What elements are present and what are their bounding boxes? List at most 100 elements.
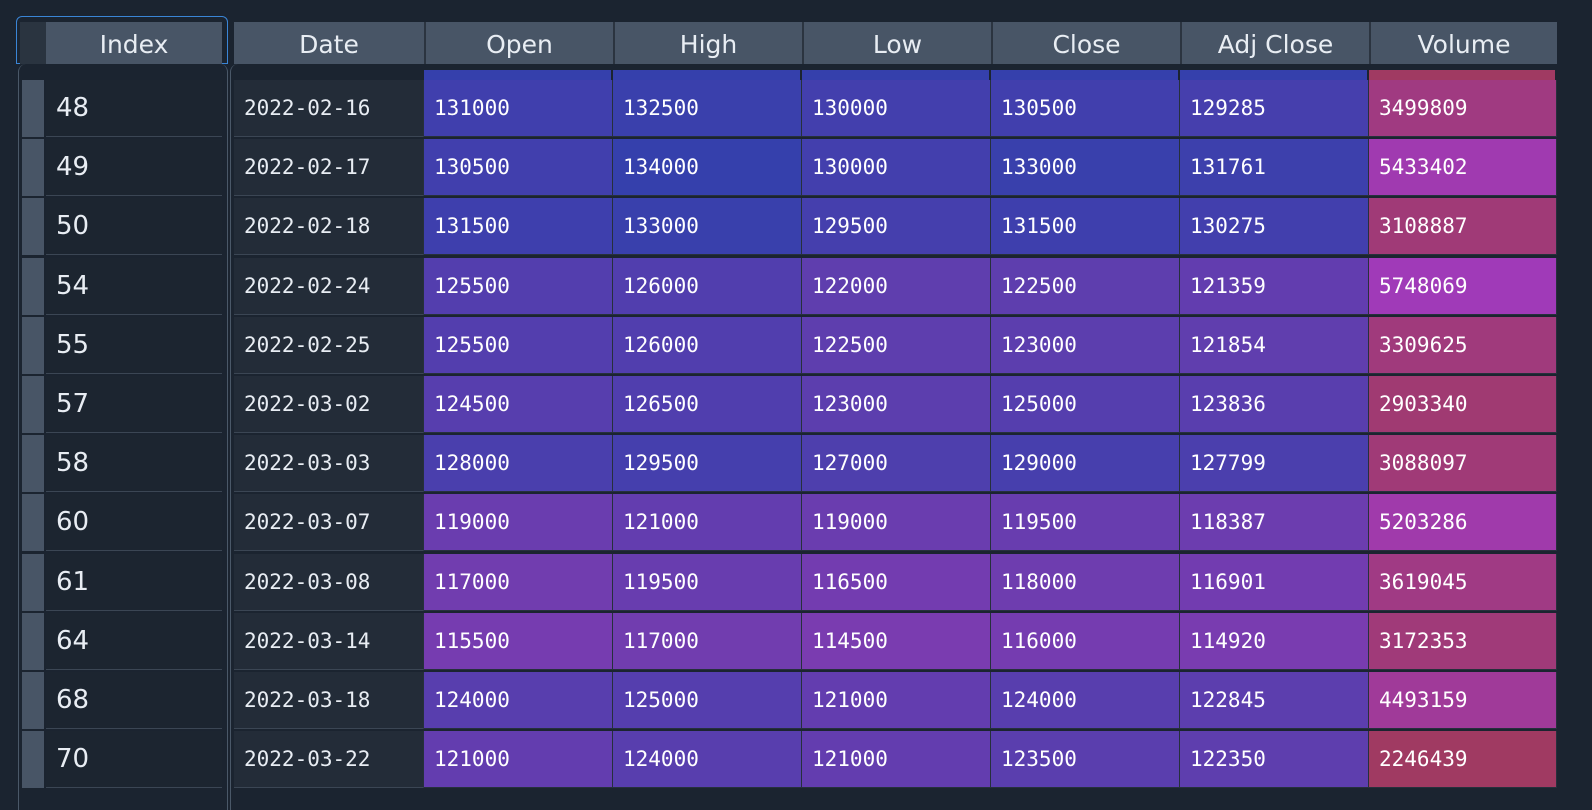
index-column-header[interactable]: Index bbox=[46, 22, 222, 64]
cell-low[interactable]: 119000 bbox=[802, 494, 991, 552]
row-selector[interactable] bbox=[22, 198, 44, 256]
cell-volume[interactable]: 3088097 bbox=[1369, 435, 1557, 493]
cell-adj-close[interactable]: 131761 bbox=[1180, 139, 1369, 197]
cell-date[interactable]: 2022-03-08 bbox=[234, 553, 424, 611]
cell-adj-close[interactable]: 121359 bbox=[1180, 257, 1369, 315]
cell-high[interactable]: 124000 bbox=[613, 731, 802, 789]
cell-adj-close[interactable]: 122845 bbox=[1180, 672, 1369, 729]
cell-volume[interactable]: 2903340 bbox=[1369, 376, 1557, 433]
cell-date[interactable]: 2022-03-02 bbox=[234, 376, 424, 433]
cell-low[interactable]: 121000 bbox=[802, 731, 991, 789]
cell-close[interactable]: 131500 bbox=[991, 198, 1180, 256]
cell-volume[interactable]: 3172353 bbox=[1369, 612, 1557, 670]
cell-close[interactable]: 118000 bbox=[991, 553, 1180, 611]
cell-volume[interactable]: 5748069 bbox=[1369, 257, 1557, 315]
column-header-volume[interactable]: Volume bbox=[1369, 22, 1557, 64]
cell-adj-close[interactable]: 116901 bbox=[1180, 553, 1369, 611]
cell-volume[interactable]: 3619045 bbox=[1369, 553, 1557, 611]
row-selector[interactable] bbox=[22, 731, 44, 789]
cell-date[interactable]: 2022-02-25 bbox=[234, 316, 424, 374]
cell-volume[interactable]: 4493159 bbox=[1369, 672, 1557, 729]
cell-date[interactable]: 2022-02-24 bbox=[234, 257, 424, 315]
row-index-cell[interactable]: 49 bbox=[46, 139, 222, 197]
cell-open[interactable]: 131000 bbox=[424, 80, 613, 137]
cell-low[interactable]: 122000 bbox=[802, 257, 991, 315]
cell-adj-close[interactable]: 118387 bbox=[1180, 494, 1369, 552]
cell-adj-close[interactable]: 121854 bbox=[1180, 316, 1369, 374]
cell-open[interactable]: 128000 bbox=[424, 435, 613, 493]
cell-low[interactable]: 129500 bbox=[802, 198, 991, 256]
cell-open[interactable]: 115500 bbox=[424, 612, 613, 670]
row-index-cell[interactable]: 70 bbox=[46, 731, 222, 789]
row-index-cell[interactable]: 54 bbox=[46, 257, 222, 315]
row-selector[interactable] bbox=[22, 376, 44, 433]
cell-volume[interactable]: 3309625 bbox=[1369, 316, 1557, 374]
row-index-cell[interactable]: 68 bbox=[46, 672, 222, 729]
cell-low[interactable]: 121000 bbox=[802, 672, 991, 729]
row-selector[interactable] bbox=[22, 257, 44, 315]
row-selector[interactable] bbox=[22, 553, 44, 611]
row-index-cell[interactable]: 64 bbox=[46, 612, 222, 670]
cell-close[interactable]: 116000 bbox=[991, 612, 1180, 670]
cell-open[interactable]: 119000 bbox=[424, 494, 613, 552]
cell-volume[interactable]: 5203286 bbox=[1369, 494, 1557, 552]
column-header-open[interactable]: Open bbox=[424, 22, 613, 64]
cell-date[interactable]: 2022-03-07 bbox=[234, 494, 424, 552]
row-index-cell[interactable]: 50 bbox=[46, 198, 222, 256]
cell-date[interactable]: 2022-03-14 bbox=[234, 612, 424, 670]
cell-adj-close[interactable]: 127799 bbox=[1180, 435, 1369, 493]
column-header-adj-close[interactable]: Adj Close bbox=[1180, 22, 1369, 64]
cell-close[interactable]: 123500 bbox=[991, 731, 1180, 789]
column-header-date[interactable]: Date bbox=[234, 22, 424, 64]
cell-high[interactable]: 133000 bbox=[613, 198, 802, 256]
cell-high[interactable]: 129500 bbox=[613, 435, 802, 493]
row-index-cell[interactable]: 55 bbox=[46, 316, 222, 374]
cell-date[interactable]: 2022-02-17 bbox=[234, 139, 424, 197]
row-selector[interactable] bbox=[22, 672, 44, 729]
cell-close[interactable]: 119500 bbox=[991, 494, 1180, 552]
row-index-cell[interactable]: 58 bbox=[46, 435, 222, 493]
cell-close[interactable]: 122500 bbox=[991, 257, 1180, 315]
cell-low[interactable]: 123000 bbox=[802, 376, 991, 433]
row-selector[interactable] bbox=[22, 316, 44, 374]
cell-adj-close[interactable]: 114920 bbox=[1180, 612, 1369, 670]
cell-high[interactable]: 125000 bbox=[613, 672, 802, 729]
cell-volume[interactable]: 3499809 bbox=[1369, 80, 1557, 137]
column-header-high[interactable]: High bbox=[613, 22, 802, 64]
cell-low[interactable]: 130000 bbox=[802, 139, 991, 197]
cell-adj-close[interactable]: 122350 bbox=[1180, 731, 1369, 789]
cell-date[interactable]: 2022-03-22 bbox=[234, 731, 424, 789]
cell-open[interactable]: 124500 bbox=[424, 376, 613, 433]
cell-volume[interactable]: 5433402 bbox=[1369, 139, 1557, 197]
column-header-low[interactable]: Low bbox=[802, 22, 991, 64]
cell-high[interactable]: 126000 bbox=[613, 316, 802, 374]
row-index-cell[interactable]: 48 bbox=[46, 80, 222, 137]
cell-date[interactable]: 2022-02-16 bbox=[234, 80, 424, 137]
row-selector[interactable] bbox=[22, 435, 44, 493]
cell-close[interactable]: 129000 bbox=[991, 435, 1180, 493]
cell-close[interactable]: 130500 bbox=[991, 80, 1180, 137]
cell-low[interactable]: 122500 bbox=[802, 316, 991, 374]
row-index-cell[interactable]: 57 bbox=[46, 376, 222, 433]
row-index-cell[interactable]: 60 bbox=[46, 494, 222, 552]
cell-high[interactable]: 132500 bbox=[613, 80, 802, 137]
cell-open[interactable]: 125500 bbox=[424, 257, 613, 315]
cell-close[interactable]: 133000 bbox=[991, 139, 1180, 197]
cell-open[interactable]: 125500 bbox=[424, 316, 613, 374]
cell-high[interactable]: 119500 bbox=[613, 553, 802, 611]
cell-low[interactable]: 130000 bbox=[802, 80, 991, 137]
cell-low[interactable]: 127000 bbox=[802, 435, 991, 493]
cell-open[interactable]: 121000 bbox=[424, 731, 613, 789]
cell-open[interactable]: 130500 bbox=[424, 139, 613, 197]
cell-open[interactable]: 117000 bbox=[424, 553, 613, 611]
row-selector[interactable] bbox=[22, 612, 44, 670]
cell-low[interactable]: 114500 bbox=[802, 612, 991, 670]
cell-high[interactable]: 121000 bbox=[613, 494, 802, 552]
cell-high[interactable]: 126000 bbox=[613, 257, 802, 315]
cell-adj-close[interactable]: 123836 bbox=[1180, 376, 1369, 433]
cell-volume[interactable]: 3108887 bbox=[1369, 198, 1557, 256]
row-selector[interactable] bbox=[22, 80, 44, 137]
cell-open[interactable]: 131500 bbox=[424, 198, 613, 256]
row-index-cell[interactable]: 61 bbox=[46, 553, 222, 611]
cell-low[interactable]: 116500 bbox=[802, 553, 991, 611]
